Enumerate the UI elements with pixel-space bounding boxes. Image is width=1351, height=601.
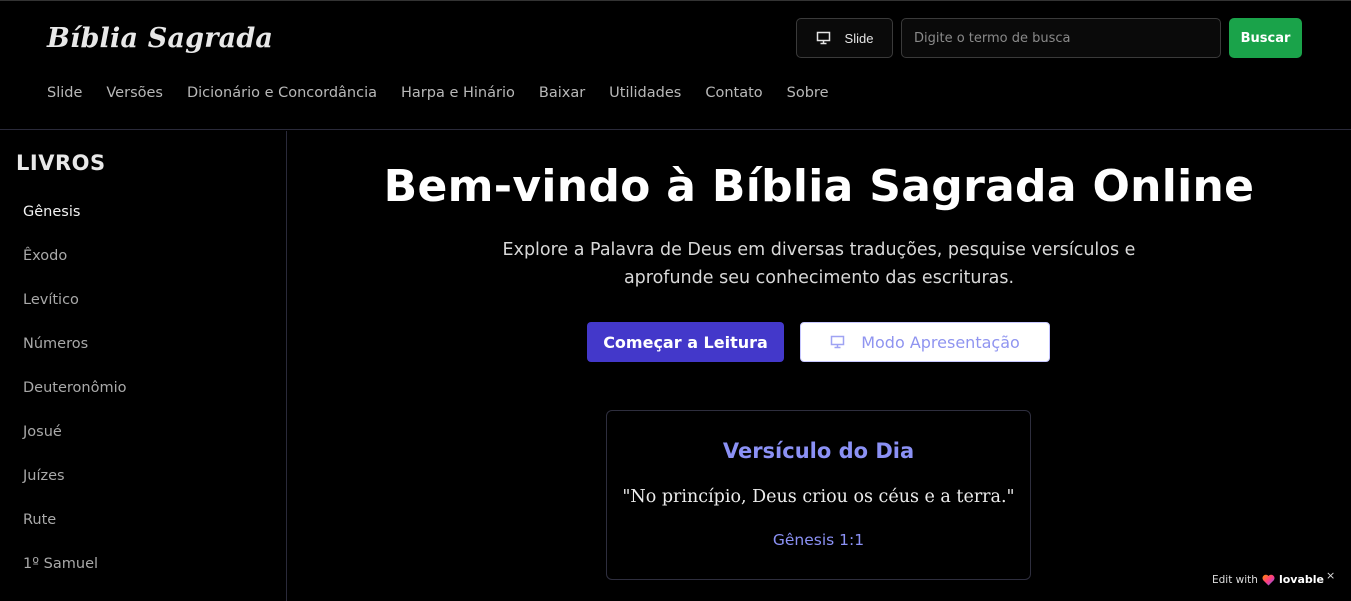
badge-close-icon[interactable]: × [1326, 569, 1335, 582]
main-content: Bem-vindo à Bíblia Sagrada Online Explor… [287, 131, 1351, 601]
sidebar-item-levitico[interactable]: Levítico [23, 292, 79, 308]
presentation-mode-label: Modo Apresentação [861, 332, 1020, 352]
nav-item-sobre[interactable]: Sobre [787, 85, 829, 101]
top-header: Bíblia Sagrada Slide Buscar Slide Versõe… [0, 0, 1351, 130]
verse-of-the-day-card: Versículo do Dia "No princípio, Deus cri… [606, 410, 1031, 580]
sidebar-item-juizes[interactable]: Juízes [23, 468, 65, 484]
nav-item-harpa[interactable]: Harpa e Hinário [401, 85, 515, 101]
nav-item-slide[interactable]: Slide [47, 85, 82, 101]
nav-item-contato[interactable]: Contato [705, 85, 762, 101]
search-button[interactable]: Buscar [1229, 18, 1302, 58]
sidebar-item-deuteronomio[interactable]: Deuteronômio [23, 380, 126, 396]
hero-subtitle: Explore a Palavra de Deus em diversas tr… [502, 240, 1136, 288]
verse-reference[interactable]: Gênesis 1:1 [607, 531, 1030, 549]
nav-item-versoes[interactable]: Versões [106, 85, 163, 101]
heart-icon [1262, 574, 1275, 585]
badge-brand: lovable [1278, 573, 1324, 586]
main-nav: Slide Versões Dicionário e Concordância … [47, 85, 829, 101]
badge-label: Edit with [1212, 573, 1258, 586]
sidebar-item-1-samuel[interactable]: 1º Samuel [23, 556, 98, 572]
slide-button[interactable]: Slide [796, 18, 893, 58]
hero-title: Bem-vindo à Bíblia Sagrada Online [383, 161, 1255, 212]
verse-text: "No princípio, Deus criou os céus e a te… [622, 487, 1015, 507]
sidebar-item-genesis[interactable]: Gênesis [23, 204, 80, 220]
presentation-icon [816, 31, 830, 45]
edit-with-lovable-badge[interactable]: Edit with lovable [1212, 573, 1324, 586]
sidebar-item-exodo[interactable]: Êxodo [23, 248, 67, 264]
verse-title: Versículo do Dia [722, 439, 915, 463]
search-input[interactable] [901, 18, 1221, 58]
site-brand[interactable]: Bíblia Sagrada [47, 23, 273, 54]
slide-button-label: Slide [844, 30, 874, 46]
start-reading-button[interactable]: Começar a Leitura [587, 322, 784, 362]
books-sidebar: LIVROS Gênesis Êxodo Levítico Números De… [0, 131, 287, 601]
sidebar-item-numeros[interactable]: Números [23, 336, 88, 352]
nav-item-dicionario[interactable]: Dicionário e Concordância [187, 85, 377, 101]
sidebar-title: LIVROS [16, 151, 106, 175]
sidebar-item-josue[interactable]: Josué [23, 424, 62, 440]
sidebar-item-rute[interactable]: Rute [23, 512, 56, 528]
nav-item-baixar[interactable]: Baixar [539, 85, 585, 101]
nav-item-utilidades[interactable]: Utilidades [609, 85, 681, 101]
presentation-mode-button[interactable]: Modo Apresentação [800, 322, 1050, 362]
presentation-icon [830, 335, 845, 349]
